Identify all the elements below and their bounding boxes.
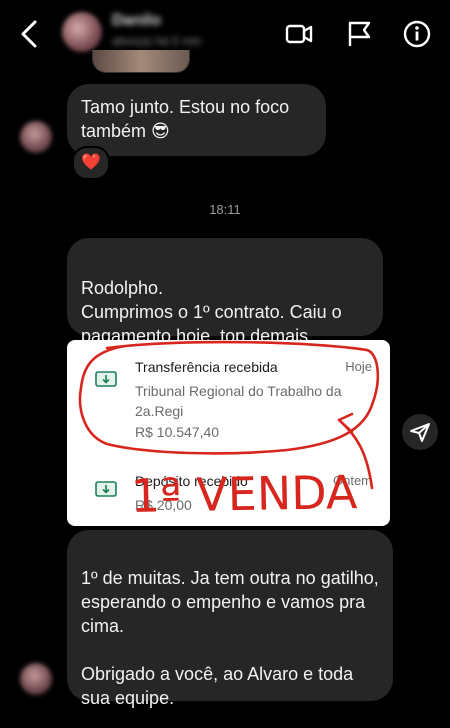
message-bubble[interactable]: Tamo junto. Estou no foco também 😎 bbox=[67, 84, 326, 156]
heart-icon: ❤️ bbox=[81, 154, 101, 171]
contact-name[interactable]: Danilo bbox=[112, 12, 161, 30]
contact-status: ativo(a) há 5 min bbox=[112, 34, 202, 48]
message-timestamp: 18:11 bbox=[209, 202, 241, 217]
message-text: Rodolpho. Cumprimos o 1º contrato. Caiu … bbox=[81, 278, 342, 346]
handwritten-annotation: 1ª VENDA bbox=[78, 340, 380, 523]
handwritten-text: 1ª VENDA bbox=[130, 465, 358, 523]
back-chevron-icon[interactable] bbox=[16, 18, 44, 50]
sender-avatar[interactable] bbox=[20, 121, 52, 153]
info-icon[interactable] bbox=[402, 19, 432, 49]
previous-image-message[interactable] bbox=[92, 50, 190, 73]
receipt-image[interactable]: Transferência recebida Hoje Tribunal Reg… bbox=[67, 340, 390, 526]
message-text: 1º de muitas. Ja tem outra no gatilho, e… bbox=[81, 568, 379, 708]
chat-header: Danilo ativo(a) há 5 min bbox=[0, 0, 450, 66]
contact-avatar[interactable] bbox=[62, 12, 102, 52]
flag-icon[interactable] bbox=[344, 19, 374, 49]
message-text: Tamo junto. Estou no foco também 😎 bbox=[81, 97, 290, 141]
heart-reaction[interactable]: ❤️ bbox=[72, 146, 110, 180]
video-call-icon[interactable] bbox=[284, 19, 314, 49]
message-bubble[interactable]: Rodolpho. Cumprimos o 1º contrato. Caiu … bbox=[67, 238, 383, 346]
sender-avatar[interactable] bbox=[20, 663, 52, 695]
share-icon[interactable] bbox=[402, 414, 438, 450]
message-bubble[interactable]: 1º de muitas. Ja tem outra no gatilho, e… bbox=[67, 530, 393, 708]
